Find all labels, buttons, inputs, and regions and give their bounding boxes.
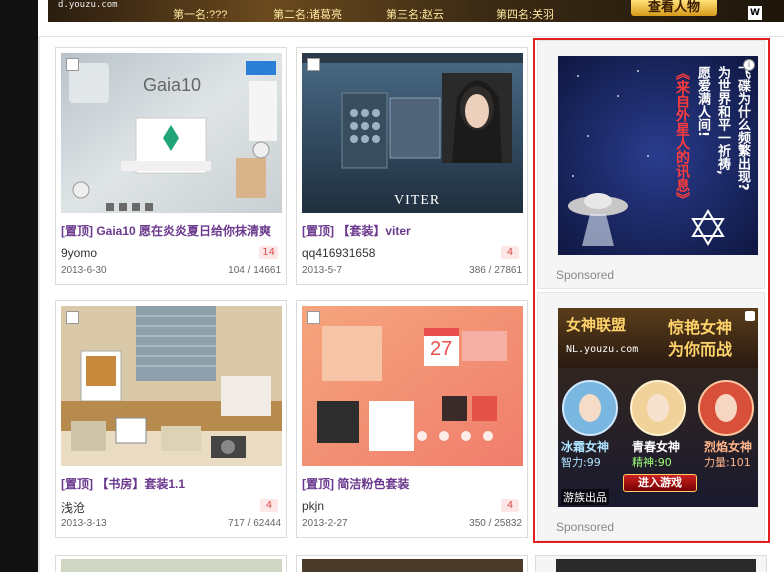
goddess-name-youth: 青春女神 xyxy=(632,440,681,454)
goddess-stat-ice: 智力:99 xyxy=(561,456,601,469)
card-date: 2013-2-27 xyxy=(302,518,348,529)
ad-headline-2: 为你而战 xyxy=(668,340,733,359)
card-title[interactable]: [置顶] 简洁粉色套装 xyxy=(302,475,523,493)
card-stats: 104 / 14661 xyxy=(228,265,281,276)
ad-headline-1: 惊艳女神 xyxy=(668,318,733,337)
card-stats: 386 / 27861 xyxy=(469,265,522,276)
ad-slot-partial[interactable] xyxy=(535,555,767,572)
banner-corner-letter: W xyxy=(748,6,762,20)
sponsored-ad-slot[interactable]: 飞碟为什么频繁出现? 为世界和平一祈祷, 愿爱满人间! 《来自外星人的讯息》 i… xyxy=(537,40,765,289)
theme-card[interactable]: Gaia10 [置顶] Gaia10 愿在炎炎夏日给你抹清爽 9yomo 14 … xyxy=(55,47,287,285)
theme-card-partial[interactable] xyxy=(55,555,287,572)
card-date: 2013-3-13 xyxy=(61,518,107,529)
left-dark-sidebar xyxy=(0,0,38,572)
theme-thumbnail[interactable]: Gaia10 xyxy=(61,53,282,213)
thumbnail-text: Gaia10 xyxy=(143,75,202,95)
comment-count-badge: 14 xyxy=(259,246,278,259)
top-banner-ad[interactable]: d.youzu.com 第一名:??? 第二名:诸葛亮 第三名:赵云 第四名:关… xyxy=(48,0,784,22)
thumbnail-text: 27 xyxy=(430,338,453,360)
sponsored-ad-slot[interactable]: 女神联盟 NL.youzu.com 惊艳女神 为你而战 冰霜女神 智力:99 青… xyxy=(537,292,765,541)
card-title[interactable]: [置顶] 【套装】viter xyxy=(302,222,523,240)
banner-site-url: d.youzu.com xyxy=(58,0,118,10)
theme-thumbnail-partial[interactable] xyxy=(302,559,523,572)
theme-card-partial[interactable] xyxy=(296,555,528,572)
goddess-stat-flame: 力量:101 xyxy=(704,456,751,469)
theme-card[interactable]: [置顶] 【书房】套装1.1 浅沧 4 2013-3-13 717 / 6244… xyxy=(55,300,287,538)
theme-thumbnail[interactable]: 27 xyxy=(302,306,523,466)
goddess-stat-youth: 精神:90 xyxy=(632,456,672,469)
ad-highlight-frame: 飞碟为什么频繁出现? 为世界和平一祈祷, 愿爱满人间! 《来自外星人的讯息》 i… xyxy=(533,38,770,543)
card-author[interactable]: qq416931658 xyxy=(302,246,375,260)
enter-game-button[interactable]: 进入游戏 xyxy=(623,474,697,492)
ad-info-icon[interactable]: i xyxy=(743,59,755,71)
ad-game-url: NL.youzu.com xyxy=(566,344,639,355)
sponsored-label: Sponsored xyxy=(556,520,615,534)
ad-game-logo: 女神联盟 xyxy=(566,316,627,334)
banner-rank-2: 第二名:诸葛亮 xyxy=(273,9,343,21)
ad-text-line-3: 愿爱满人间! xyxy=(695,66,710,137)
ad-text-line-4: 《来自外星人的讯息》 xyxy=(674,66,690,206)
banner-rank-3: 第三名:赵云 xyxy=(386,9,445,21)
ad-text-line-2: 为世界和平一祈祷, xyxy=(715,66,730,175)
sponsored-label: Sponsored xyxy=(556,268,615,282)
card-title[interactable]: [置顶] 【书房】套装1.1 xyxy=(61,475,282,493)
ufo-ad-image[interactable]: 飞碟为什么频繁出现? 为世界和平一祈祷, 愿爱满人间! 《来自外星人的讯息》 i xyxy=(558,56,758,255)
banner-rank-1: 第一名:??? xyxy=(173,9,228,21)
ad-image-partial[interactable] xyxy=(556,559,756,572)
card-date: 2013-5-7 xyxy=(302,265,343,276)
theme-thumbnail[interactable]: VITER xyxy=(302,53,523,213)
comment-count-badge: 4 xyxy=(501,246,519,259)
card-stats: 350 / 25832 xyxy=(469,518,522,529)
card-author[interactable]: 浅沧 xyxy=(61,499,85,516)
card-author[interactable]: pkjn xyxy=(302,499,324,513)
ad-publisher: 游族出品 xyxy=(561,489,609,505)
comment-count-badge: 4 xyxy=(501,499,519,512)
theme-card[interactable]: VITER [置顶] 【套装】viter qq416931658 4 2013-… xyxy=(296,47,528,285)
banner-view-button[interactable]: 查看人物 xyxy=(631,0,717,16)
goddess-name-flame: 烈焰女神 xyxy=(704,440,753,454)
select-checkbox[interactable] xyxy=(307,311,320,324)
thumbnail-text: VITER xyxy=(394,193,441,208)
card-title[interactable]: [置顶] Gaia10 愿在炎炎夏日给你抹清爽 xyxy=(61,222,282,240)
select-checkbox[interactable] xyxy=(307,58,320,71)
card-author[interactable]: 9yomo xyxy=(61,246,97,260)
content-left-border xyxy=(38,36,40,572)
goddess-game-ad-image[interactable]: 女神联盟 NL.youzu.com 惊艳女神 为你而战 冰霜女神 智力:99 青… xyxy=(558,308,758,507)
ad-text-line-1: 飞碟为什么频繁出现? xyxy=(735,66,750,191)
goddess-name-ice: 冰霜女神 xyxy=(561,440,610,454)
select-checkbox[interactable] xyxy=(66,311,79,324)
card-date: 2013-6-30 xyxy=(61,265,107,276)
ad-choices-icon[interactable] xyxy=(745,311,755,321)
card-stats: 717 / 62444 xyxy=(228,518,281,529)
theme-thumbnail-partial[interactable] xyxy=(61,559,282,572)
banner-rank-4: 第四名:关羽 xyxy=(496,9,555,21)
section-divider xyxy=(38,36,784,37)
comment-count-badge: 4 xyxy=(260,499,278,512)
theme-card[interactable]: 27 [置顶] 简洁粉色套装 pkjn 4 2013-2-27 350 / 25… xyxy=(296,300,528,538)
theme-thumbnail[interactable] xyxy=(61,306,282,466)
select-checkbox[interactable] xyxy=(66,58,79,71)
